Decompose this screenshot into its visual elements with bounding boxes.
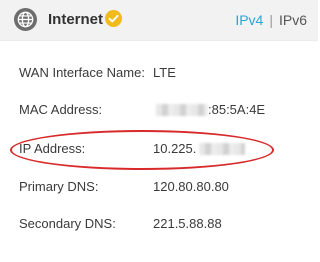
globe-icon xyxy=(14,8,37,31)
wan-interface-row: WAN Interface Name: LTE xyxy=(0,64,318,82)
highlight-ellipse xyxy=(10,130,274,170)
wan-interface-label: WAN Interface Name: xyxy=(19,65,145,80)
wan-interface-value: LTE xyxy=(153,65,176,80)
tab-ipv6[interactable]: IPv6 xyxy=(279,12,307,28)
tab-separator: | xyxy=(269,12,273,28)
primary-dns-row: Primary DNS: 120.80.80.80 xyxy=(0,178,318,196)
mac-address-label: MAC Address: xyxy=(19,102,103,117)
secondary-dns-label: Secondary DNS: xyxy=(19,216,116,231)
secondary-dns-value: 221.5.88.88 xyxy=(153,216,222,231)
tab-ipv4[interactable]: IPv4 xyxy=(235,12,263,28)
ip-version-tabs: IPv4 | IPv6 xyxy=(235,11,307,29)
primary-dns-label: Primary DNS: xyxy=(19,179,99,194)
check-circle-icon xyxy=(105,10,122,27)
redacted-mac-prefix xyxy=(156,103,208,116)
mac-address-value: :85:5A:4E xyxy=(208,102,266,117)
secondary-dns-row: Secondary DNS: 221.5.88.88 xyxy=(0,215,318,233)
internet-header: Internet IPv4 | IPv6 xyxy=(0,0,318,41)
section-title: Internet xyxy=(48,11,104,28)
mac-address-row: MAC Address: :85:5A:4E xyxy=(0,101,318,119)
primary-dns-value: 120.80.80.80 xyxy=(153,179,229,194)
mac-address-value-wrap: :85:5A:4E xyxy=(156,101,265,119)
